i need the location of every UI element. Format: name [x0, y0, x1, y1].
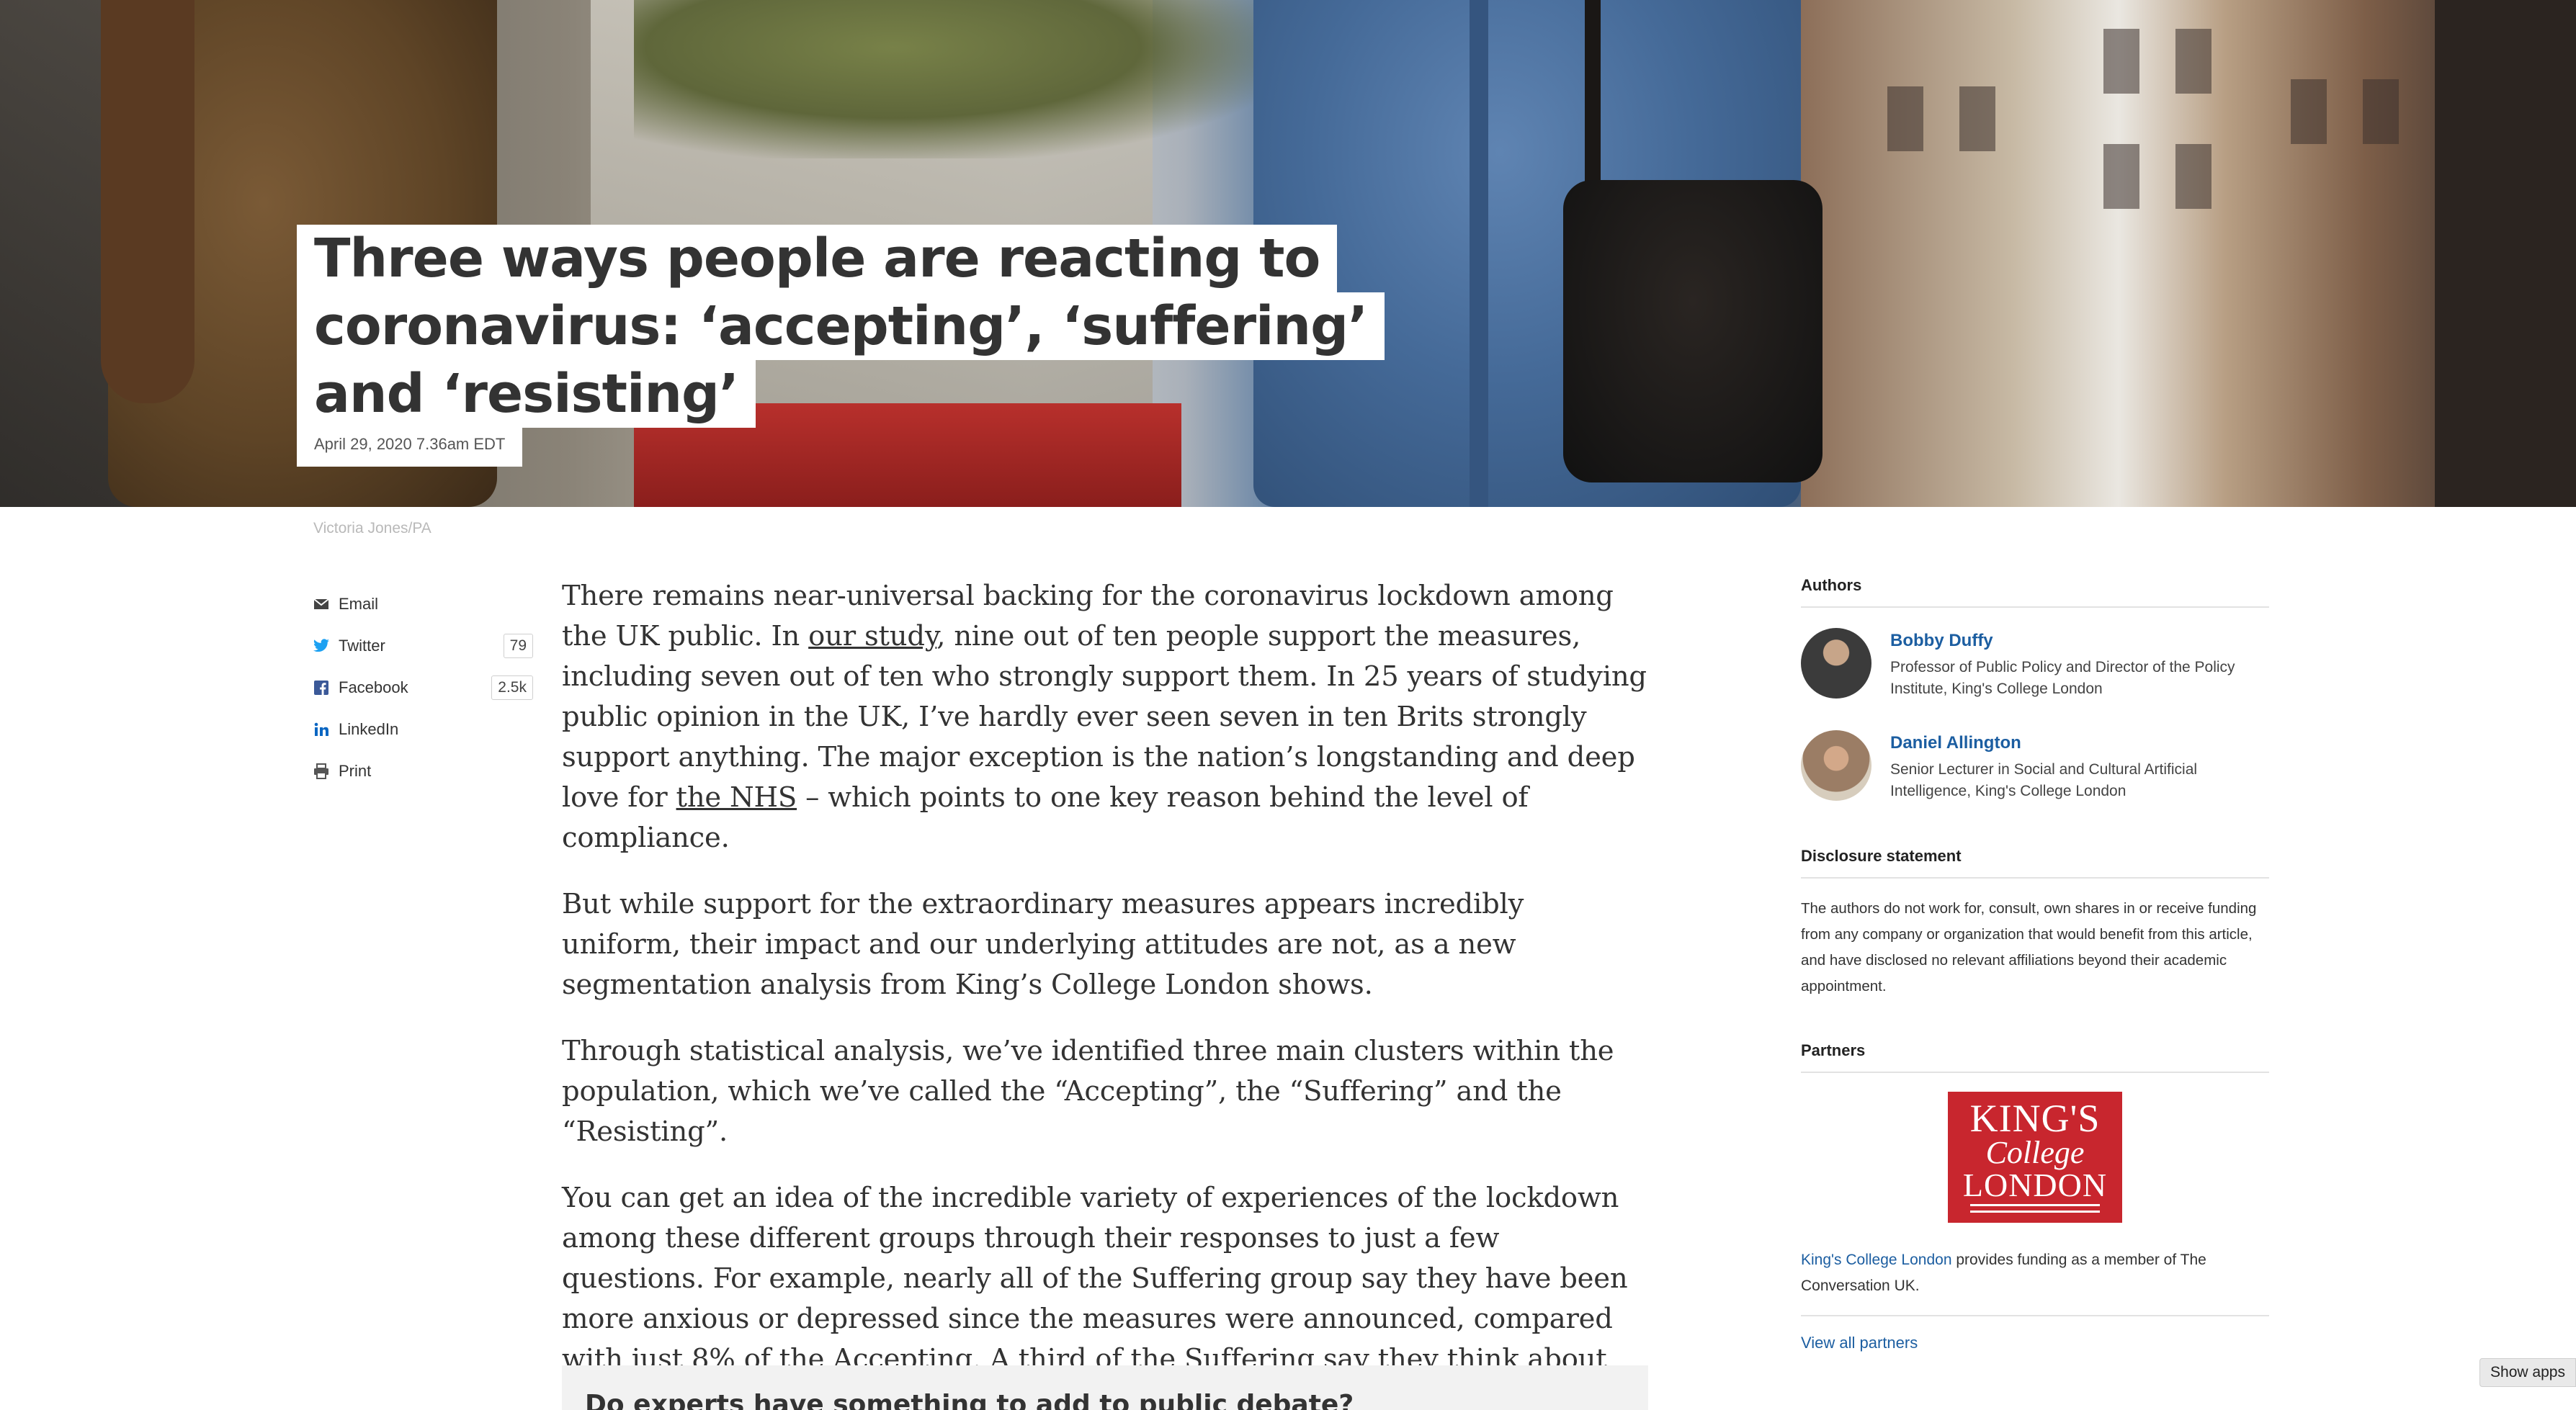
hero-bag-strap [1585, 0, 1601, 202]
partner-funding-text: King's College London provides funding a… [1801, 1247, 2269, 1316]
twitter-share-count: 79 [503, 634, 533, 658]
newsletter-callout: Do experts have something to add to publ… [562, 1365, 1648, 1410]
author-role: Senior Lecturer in Social and Cultural A… [1890, 761, 2198, 799]
disclosure-heading: Disclosure statement [1801, 847, 2269, 879]
share-list: Email Twitter 79 Facebook 2.5k LinkedIn … [313, 583, 533, 792]
share-linkedin[interactable]: LinkedIn [313, 709, 533, 750]
kings-college-london-logo[interactable]: KING'S College LONDON [1948, 1092, 2122, 1223]
article-paragraph-3: Through statistical analysis, we’ve iden… [562, 1035, 1614, 1148]
email-icon [313, 596, 330, 613]
article-paragraph-2: But while support for the extraordinary … [562, 888, 1524, 1001]
author-card: Bobby Duffy Professor of Public Policy a… [1801, 628, 2269, 700]
facebook-share-count: 2.5k [491, 675, 533, 700]
twitter-icon [313, 637, 330, 655]
share-email-label: Email [339, 595, 379, 613]
share-print[interactable]: Print [313, 750, 533, 792]
title-line-3: and ‘resisting’ [297, 360, 756, 428]
author-avatar[interactable] [1801, 730, 1871, 801]
author-card: Daniel Allington Senior Lecturer in Soci… [1801, 730, 2269, 802]
article-paragraph-1: There remains near-universal backing for… [562, 580, 1647, 854]
article-title: Three ways people are reacting to corona… [297, 225, 1385, 428]
print-icon [313, 763, 330, 780]
share-twitter-label: Twitter [339, 637, 385, 655]
sidebar: Authors Bobby Duffy Professor of Public … [1801, 576, 2269, 1352]
nhs-link[interactable]: the NHS [676, 781, 797, 814]
share-facebook[interactable]: Facebook 2.5k [313, 667, 533, 709]
hero-handbag [1563, 180, 1823, 482]
share-print-label: Print [339, 762, 372, 780]
authors-heading: Authors [1801, 576, 2269, 608]
author-name-link[interactable]: Daniel Allington [1890, 733, 2269, 753]
show-apps-button[interactable]: Show apps [2479, 1358, 2576, 1387]
title-line-2: coronavirus: ‘accepting’, ‘suffering’ [297, 292, 1385, 360]
partners-heading: Partners [1801, 1041, 2269, 1073]
hero-person-left-arm [101, 0, 194, 403]
author-name-link[interactable]: Bobby Duffy [1890, 631, 2269, 651]
share-email[interactable]: Email [313, 583, 533, 625]
author-role: Professor of Public Policy and Director … [1890, 659, 2235, 697]
author-avatar[interactable] [1801, 628, 1871, 699]
article-header: Three ways people are reacting to corona… [297, 225, 1385, 467]
share-twitter[interactable]: Twitter 79 [313, 625, 533, 667]
title-line-1: Three ways people are reacting to [297, 225, 1338, 292]
publish-date: April 29, 2020 7.36am EDT [297, 428, 523, 467]
hero-bg-buildings-right [1801, 0, 2507, 507]
share-facebook-label: Facebook [339, 678, 408, 696]
partner-link[interactable]: King's College London [1801, 1252, 1952, 1268]
facebook-icon [313, 679, 330, 696]
hero-image: Three ways people are reacting to corona… [0, 0, 2576, 507]
hero-bg-tree [634, 0, 1282, 158]
hero-shirt-placket [1470, 0, 1488, 507]
hero-bg-dark-edge [2435, 0, 2576, 507]
view-all-partners-link[interactable]: View all partners [1801, 1334, 2269, 1352]
article-body: There remains near-universal backing for… [562, 576, 1650, 1410]
linkedin-icon [313, 721, 330, 738]
disclosure-text: The authors do not work for, consult, ow… [1801, 900, 2257, 994]
share-linkedin-label: LinkedIn [339, 720, 399, 738]
image-credit: Victoria Jones/PA [313, 520, 431, 536]
our-study-link[interactable]: our study [808, 620, 936, 652]
